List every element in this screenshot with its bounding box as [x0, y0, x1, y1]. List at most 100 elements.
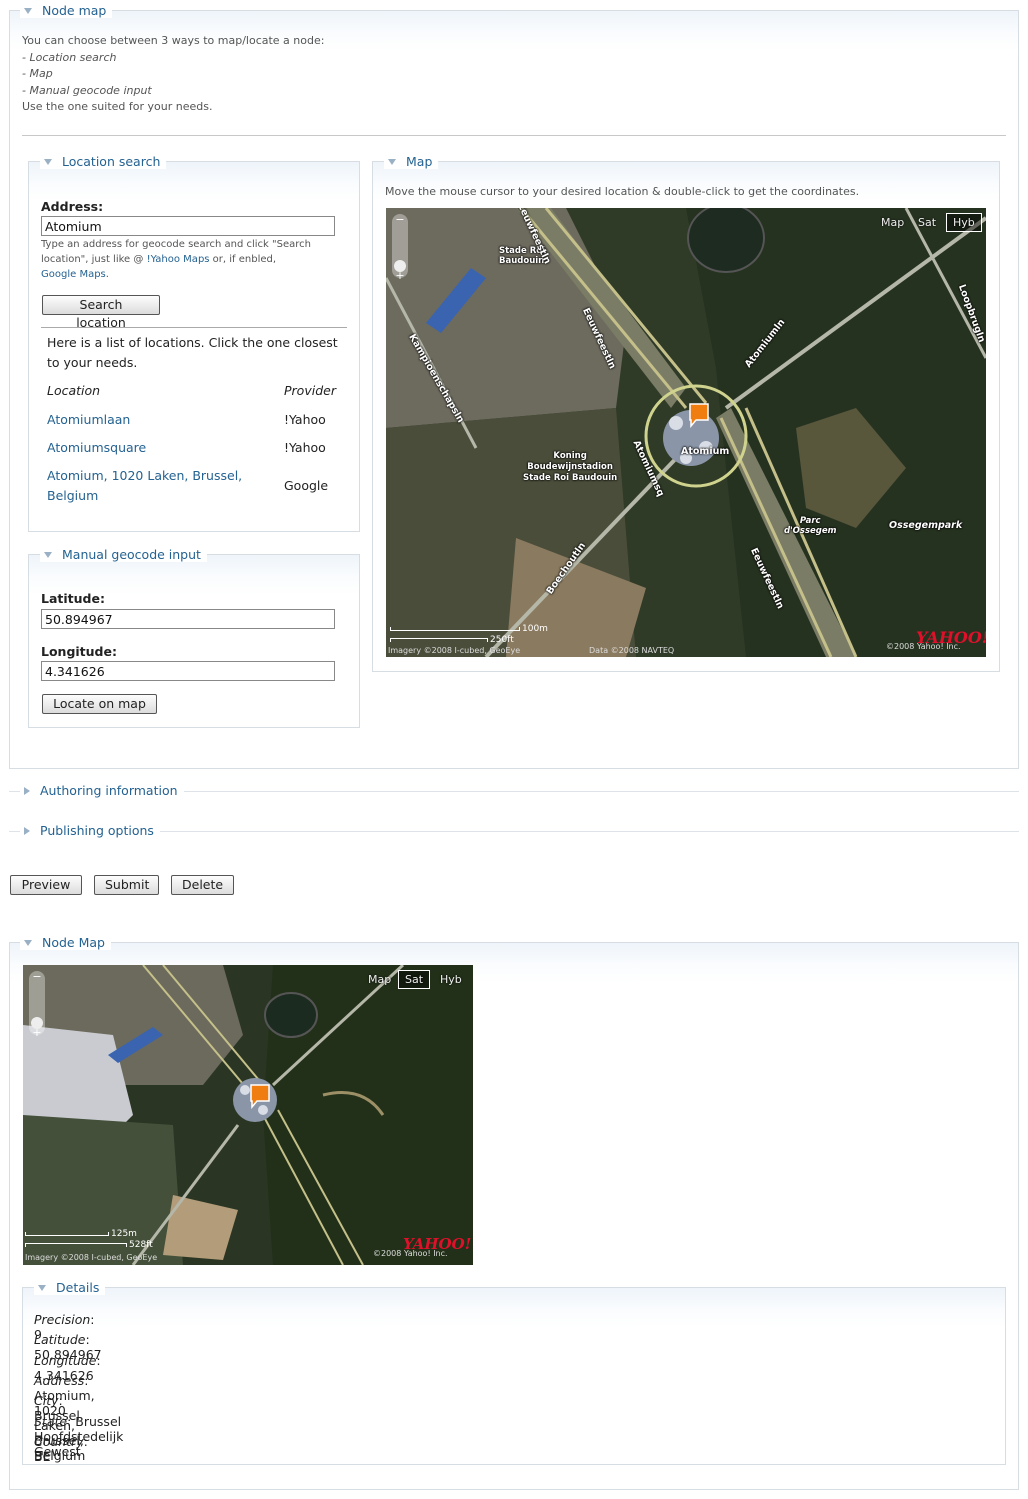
- scale-feet: 528ft: [129, 1240, 153, 1250]
- map-type-hyb[interactable]: Hyb: [946, 213, 982, 232]
- address-label: Address:: [41, 199, 104, 214]
- node-map-view-map[interactable]: − + Map Sat Hyb 125m 528ft Imagery ©2008…: [23, 965, 473, 1265]
- map-label: Ossegempark: [889, 520, 963, 531]
- map-legend[interactable]: Map: [384, 154, 439, 169]
- publishing-options-toggle[interactable]: Publishing options: [20, 823, 160, 838]
- intro-option-map: - Map: [22, 67, 53, 80]
- delete-button[interactable]: Delete: [171, 875, 234, 895]
- results-divider: [41, 327, 347, 328]
- details-fieldset: [22, 1287, 1006, 1465]
- result-provider: !Yahoo: [284, 412, 326, 427]
- detail-label: State: [34, 1413, 68, 1429]
- map-type-map[interactable]: Map: [368, 973, 391, 986]
- preview-button[interactable]: Preview: [10, 875, 82, 895]
- expand-arrow-icon[interactable]: [24, 786, 30, 795]
- detail-row: Country: BE: [34, 1433, 88, 1464]
- collapse-arrow-icon[interactable]: [24, 939, 32, 946]
- help-text: or, if enbled,: [209, 254, 277, 265]
- collapse-arrow-icon[interactable]: [38, 1284, 46, 1291]
- details-title: Details: [56, 1280, 100, 1295]
- expand-arrow-icon[interactable]: [24, 826, 30, 835]
- result-provider: Google: [284, 478, 329, 493]
- location-marker-icon[interactable]: [688, 402, 710, 431]
- map-label: Parc d'Ossegem: [784, 516, 837, 536]
- result-location-link[interactable]: Atomiumsquare: [47, 438, 262, 458]
- detail-value: BE: [34, 1448, 51, 1464]
- result-location-link[interactable]: Atomiumlaan: [47, 410, 262, 430]
- detail-label: Latitude: [34, 1332, 86, 1348]
- scale-meters: 125m: [111, 1229, 137, 1239]
- address-input[interactable]: [41, 216, 335, 236]
- longitude-input[interactable]: [41, 661, 335, 681]
- data-copyright: Data ©2008 NAVTEQ: [589, 646, 675, 655]
- map-label: Koning Boudewijnstadion Stade Roi Baudou…: [523, 451, 618, 483]
- manual-geocode-legend[interactable]: Manual geocode input: [40, 547, 207, 562]
- result-location-link[interactable]: Atomium, 1020 Laken, Brussel, Belgium: [47, 466, 262, 506]
- authoring-information-toggle[interactable]: Authoring information: [20, 783, 184, 798]
- scale-meters: 100m: [522, 624, 548, 634]
- yahoo-logo: YAHOO!: [916, 628, 986, 647]
- zoom-in-icon[interactable]: +: [29, 1026, 45, 1039]
- submit-button[interactable]: Submit: [94, 875, 159, 895]
- intro-option-location-search: - Location search: [22, 50, 117, 64]
- collapse-arrow-icon[interactable]: [24, 7, 32, 14]
- zoom-out-icon[interactable]: −: [29, 971, 45, 983]
- satellite-imagery: [386, 208, 986, 657]
- detail-label: City: [34, 1393, 59, 1409]
- scale-bar: 125m 528ft: [25, 1229, 153, 1250]
- collapse-arrow-icon[interactable]: [388, 158, 396, 165]
- map-type-map[interactable]: Map: [881, 216, 904, 229]
- node-map-view-legend[interactable]: Node Map: [20, 935, 111, 950]
- zoom-out-icon[interactable]: −: [392, 214, 408, 226]
- map-instruction: Move the mouse cursor to your desired lo…: [385, 185, 860, 198]
- map-type-sat[interactable]: Sat: [398, 970, 431, 989]
- satellite-imagery: [23, 965, 473, 1265]
- yahoo-logo: YAHOO!: [403, 1235, 472, 1253]
- intro-option-manual: - Manual geocode input: [22, 83, 152, 97]
- intro-line-end: Use the one suited for your needs.: [22, 100, 213, 113]
- zoom-slider[interactable]: − +: [392, 214, 408, 282]
- detail-label: Longitude: [34, 1352, 97, 1368]
- detail-label: Precision: [34, 1312, 91, 1327]
- node-map-view-title: Node Map: [42, 935, 105, 950]
- imagery-copyright: Imagery ©2008 I-cubed, GeoEye: [388, 646, 521, 655]
- location-search-title: Location search: [62, 154, 161, 169]
- zoom-slider[interactable]: − +: [29, 971, 45, 1039]
- col-header-provider: Provider: [284, 383, 336, 398]
- collapse-arrow-icon[interactable]: [44, 158, 52, 165]
- col-header-location: Location: [47, 383, 101, 398]
- detail-label: Address: [34, 1372, 85, 1388]
- map-type-sat[interactable]: Sat: [918, 216, 936, 229]
- yahoo-maps-link[interactable]: !Yahoo Maps: [147, 254, 210, 265]
- interactive-map[interactable]: − + Map Sat Hyb Stade Roi Baudouin Eeuwf…: [386, 208, 986, 657]
- address-help: Type an address for geocode search and c…: [41, 237, 351, 282]
- intro-line: You can choose between 3 ways to map/loc…: [22, 34, 325, 47]
- details-legend[interactable]: Details: [34, 1280, 106, 1295]
- locate-on-map-button[interactable]: Locate on map: [42, 694, 157, 714]
- results-intro: Here is a list of locations. Click the o…: [47, 335, 338, 370]
- longitude-label: Longitude:: [41, 644, 117, 659]
- help-text: .: [105, 269, 109, 280]
- manual-geocode-title: Manual geocode input: [62, 547, 201, 562]
- latitude-label: Latitude:: [41, 591, 105, 606]
- search-location-button[interactable]: Search location: [42, 295, 160, 330]
- node-map-legend[interactable]: Node map: [20, 3, 113, 18]
- publishing-line: [9, 831, 1019, 832]
- zoom-in-icon[interactable]: +: [392, 269, 408, 282]
- result-provider: !Yahoo: [284, 440, 326, 455]
- scale-bar: 100m 250ft: [390, 624, 548, 645]
- latitude-input[interactable]: [41, 609, 335, 629]
- map-type-hyb[interactable]: Hyb: [440, 973, 462, 986]
- location-search-legend[interactable]: Location search: [40, 154, 167, 169]
- authoring-information-label: Authoring information: [40, 783, 178, 798]
- imagery-copyright: Imagery ©2008 I-cubed, GeoEye: [25, 1253, 158, 1262]
- node-map-title: Node map: [42, 3, 107, 18]
- publishing-options-label: Publishing options: [40, 823, 154, 838]
- map-title: Map: [406, 154, 433, 169]
- scale-feet: 250ft: [490, 635, 514, 645]
- node-map-intro: You can choose between 3 ways to map/loc…: [22, 33, 324, 116]
- collapse-arrow-icon[interactable]: [44, 551, 52, 558]
- google-maps-link[interactable]: Google Maps: [41, 269, 106, 280]
- location-marker-icon[interactable]: [249, 1083, 271, 1112]
- detail-label: Country: [34, 1433, 84, 1449]
